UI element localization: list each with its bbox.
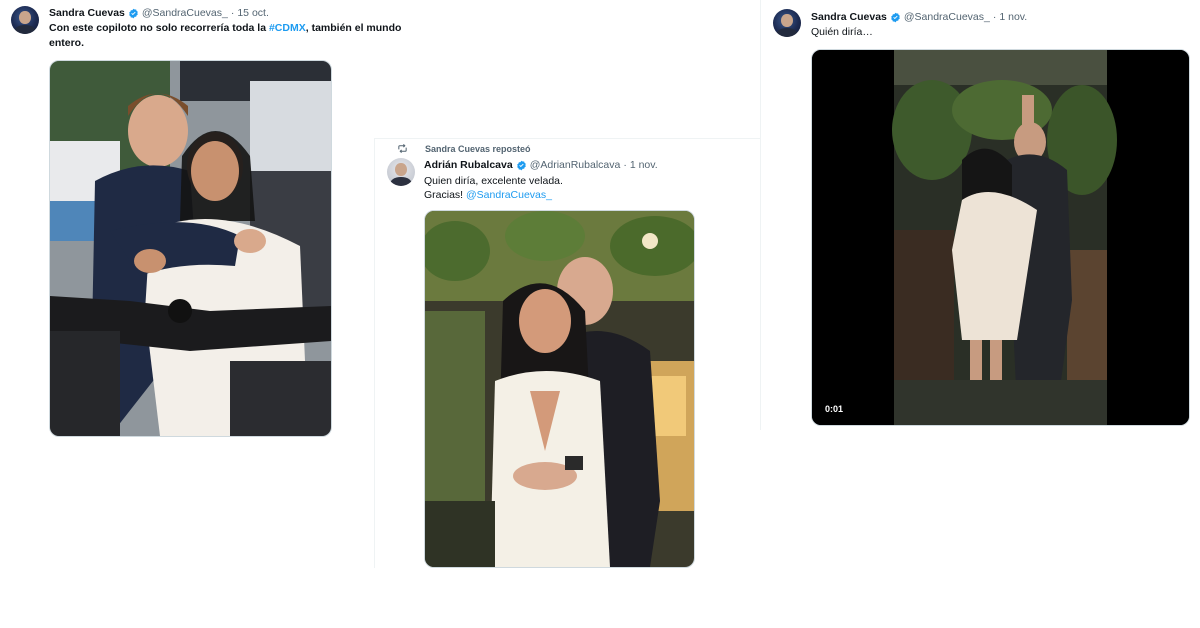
author-handle[interactable]: @AdrianRubalcava (530, 159, 621, 171)
tweet-date[interactable]: 1 nov. (999, 11, 1027, 23)
tweet-text: Con este copiloto no solo recorrería tod… (49, 21, 439, 51)
tweet-header: Sandra Cuevas @SandraCuevas_ · 15 oct. (49, 6, 269, 20)
avatar-sandra[interactable] (773, 9, 801, 37)
tweet-sandra-cdmx[interactable]: Sandra Cuevas @SandraCuevas_ · 15 oct. C… (0, 0, 401, 460)
photo-couple-restaurant-icon (425, 211, 694, 567)
tweet-text-line1: Quien diría, excelente velada. (424, 175, 563, 187)
tweet-header: Sandra Cuevas @SandraCuevas_ · 1 nov. (811, 10, 1027, 24)
author-name[interactable]: Adrián Rubalcava (424, 159, 513, 171)
tweet-video[interactable]: 0:01 (811, 49, 1190, 426)
repost-context: Sandra Cuevas reposteó (397, 143, 531, 154)
avatar-sandra[interactable] (11, 6, 39, 34)
tweet-photo[interactable] (424, 210, 695, 568)
separator-dot: · (230, 7, 235, 19)
verified-badge-icon (129, 8, 138, 18)
tweet-text: Quién diría… (811, 26, 873, 38)
tweet-text-prefix: Gracias! (424, 189, 467, 201)
hashtag-link[interactable]: #CDMX (269, 22, 306, 34)
separator-dot: · (992, 11, 997, 23)
video-duration: 0:01 (822, 403, 847, 415)
repost-label[interactable]: Sandra Cuevas reposteó (425, 144, 531, 154)
tweet-photo[interactable] (49, 60, 332, 437)
avatar-adrian[interactable] (387, 158, 415, 186)
author-handle[interactable]: @SandraCuevas_ (142, 7, 228, 19)
tweet-header: Adrián Rubalcava @AdrianRubalcava · 1 no… (424, 158, 658, 172)
tweet-sandra-video[interactable]: Sandra Cuevas @SandraCuevas_ · 1 nov. Qu… (761, 0, 1200, 430)
verified-badge-icon (891, 12, 900, 22)
tweet-adrian-repost[interactable]: Sandra Cuevas reposteó Adrián Rubalcava … (375, 139, 759, 569)
separator-dot: · (623, 159, 627, 171)
author-name[interactable]: Sandra Cuevas (811, 11, 887, 23)
tweet-date[interactable]: 1 nov. (630, 159, 658, 171)
author-name[interactable]: Sandra Cuevas (49, 7, 125, 19)
repost-icon (398, 144, 407, 153)
video-couple-hug-icon (812, 50, 1189, 425)
mention-link[interactable]: @SandraCuevas_ (466, 189, 552, 201)
author-handle[interactable]: @SandraCuevas_ (904, 11, 990, 23)
tweet-text-start: Con este copiloto no solo recorrería tod… (49, 22, 269, 34)
photo-couple-motorcycle-icon (50, 61, 331, 436)
verified-badge-icon (516, 160, 526, 170)
tweet-date[interactable]: 15 oct. (237, 7, 269, 19)
tweet-text-line2: Gracias! @SandraCuevas_ (424, 188, 552, 203)
